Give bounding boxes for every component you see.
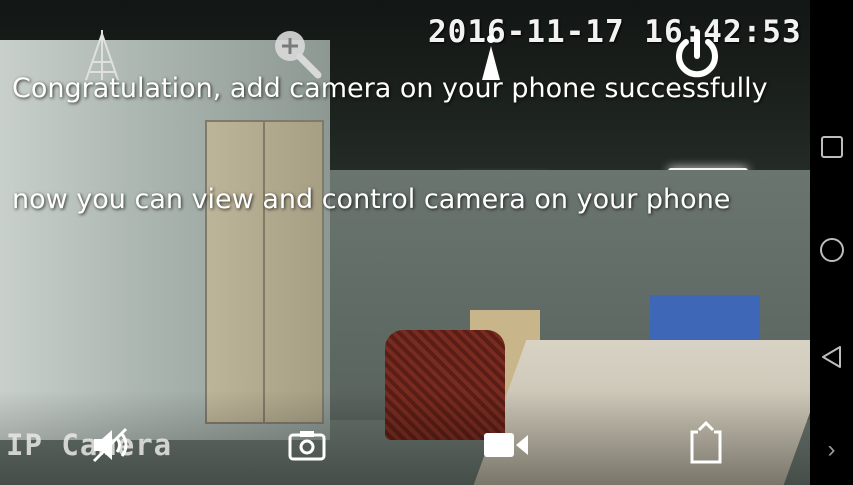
- android-nav-bar: ›: [810, 0, 853, 485]
- snapshot-icon[interactable]: [287, 428, 327, 462]
- record-icon[interactable]: [482, 430, 532, 460]
- home-icon[interactable]: [810, 233, 853, 267]
- instruction-message: now you can view and control camera on y…: [12, 184, 731, 215]
- feed-door: [205, 120, 324, 424]
- success-message: Congratulation, add camera on your phone…: [12, 73, 768, 104]
- more-icon[interactable]: ›: [810, 432, 853, 468]
- speaker-mute-icon[interactable]: [90, 425, 134, 465]
- share-icon[interactable]: [688, 420, 724, 466]
- recent-apps-icon[interactable]: [810, 130, 853, 164]
- back-icon[interactable]: [810, 340, 853, 374]
